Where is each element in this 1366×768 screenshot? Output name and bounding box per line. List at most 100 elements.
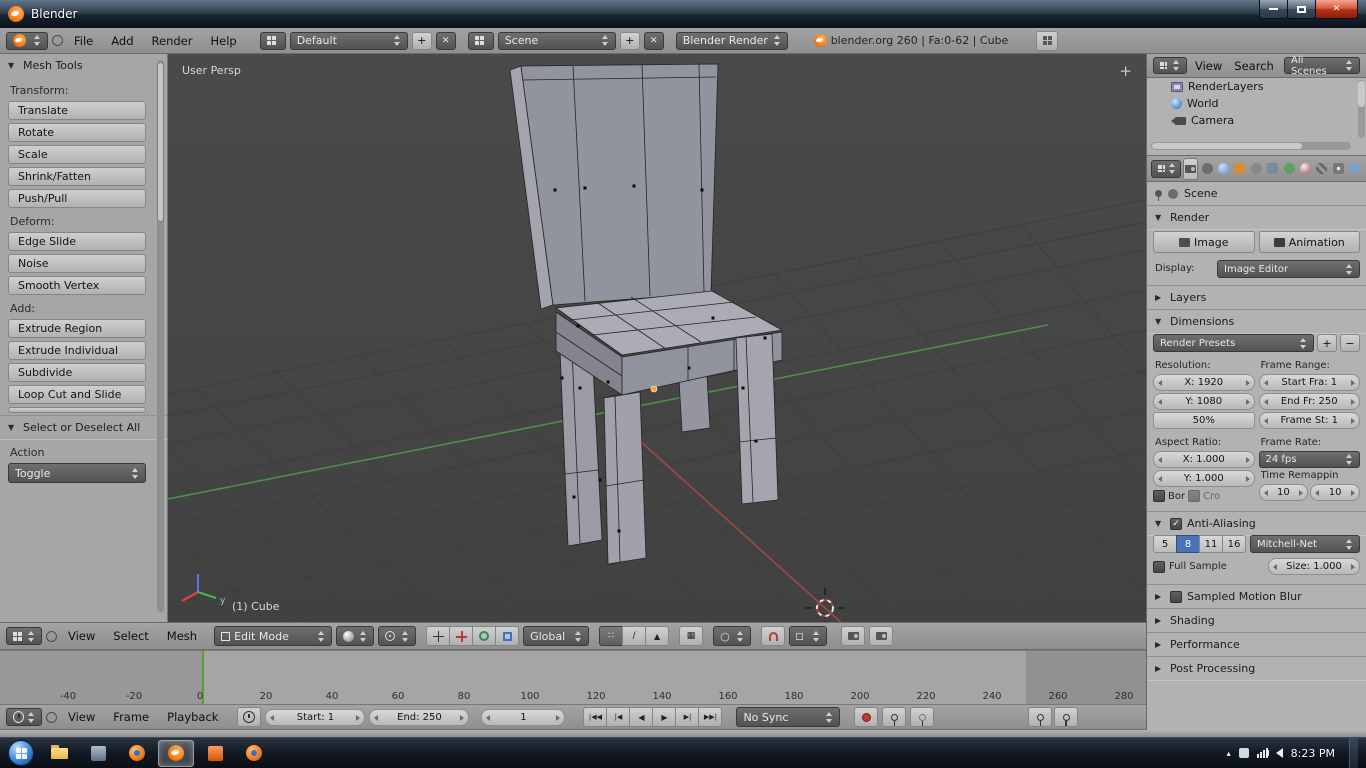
motion-blur-panel-header[interactable]: ▶ Sampled Motion Blur	[1147, 584, 1366, 608]
edge-select-button[interactable]: ∕	[622, 626, 647, 646]
push-pull-button[interactable]: Push/Pull	[8, 189, 146, 208]
keying-add-button[interactable]	[1028, 707, 1052, 727]
taskbar-item-app2[interactable]	[197, 740, 233, 767]
viewport-3d[interactable]: y User Persp (1) Cube +	[168, 54, 1146, 622]
tab-object-data[interactable]	[1282, 158, 1296, 180]
menu-render[interactable]: Render	[145, 34, 200, 48]
chair-mesh[interactable]	[509, 63, 784, 565]
menu-frame[interactable]: Frame	[106, 710, 156, 724]
start-button[interactable]	[8, 740, 34, 766]
volume-icon[interactable]	[1265, 748, 1283, 758]
add-layout-button[interactable]: +	[411, 31, 432, 50]
outliner-vscrollbar[interactable]	[1358, 80, 1365, 138]
remap-old-field[interactable]: 10	[1258, 484, 1309, 501]
resolution-x-field[interactable]: X: 1920	[1153, 374, 1255, 391]
menu-add[interactable]: Add	[104, 34, 140, 48]
vertex-select-button[interactable]: ∷	[599, 626, 624, 646]
menu-view[interactable]: View	[1191, 59, 1226, 73]
rotate-button[interactable]: Rotate	[8, 123, 146, 142]
tab-object[interactable]	[1233, 158, 1247, 180]
frame-end-field[interactable]: End Fr: 250	[1258, 393, 1360, 410]
taskbar-item-firefox[interactable]	[119, 740, 155, 767]
opengl-render-animation-button[interactable]	[869, 626, 894, 646]
delete-scene-button[interactable]: ✕	[643, 31, 664, 50]
start-frame-field[interactable]: Start: 1	[265, 708, 366, 726]
render-panel-header[interactable]: ▼ Render	[1147, 205, 1366, 229]
region-expand-icon[interactable]: +	[1119, 62, 1132, 80]
motion-blur-checkbox[interactable]	[1170, 590, 1182, 603]
limit-to-visible-button[interactable]: ▦	[679, 626, 704, 646]
tab-physics[interactable]	[1348, 158, 1362, 180]
scene-field[interactable]: Scene	[497, 31, 616, 50]
antialiasing-checkbox[interactable]: ✓	[1170, 517, 1182, 530]
remove-preset-button[interactable]: −	[1340, 334, 1360, 352]
taskbar-item-app[interactable]	[80, 740, 116, 767]
performance-panel-header[interactable]: ▶ Performance	[1147, 632, 1366, 656]
face-select-button[interactable]: ▲	[645, 626, 670, 646]
remap-new-field[interactable]: 10	[1310, 484, 1360, 501]
outliner-item-camera[interactable]: Camera	[1147, 112, 1366, 129]
current-frame-field[interactable]: 1	[481, 708, 566, 726]
window-layout-icon[interactable]	[1036, 30, 1059, 51]
menu-mesh[interactable]: Mesh	[160, 629, 204, 643]
aa-sample-11-button[interactable]: 11	[1199, 535, 1223, 553]
viewport-shading-dropdown[interactable]	[336, 626, 375, 646]
scrollbar-thumb[interactable]	[1152, 143, 1302, 149]
translate-manipulator-button[interactable]	[449, 626, 474, 646]
timeline-ruler[interactable]: -40 -20 0 20 40 60 80 100 120 140 160 18…	[0, 650, 1146, 704]
taskbar-item-blender[interactable]	[158, 739, 194, 767]
select-deselect-panel-header[interactable]: ▼ Select or Deselect All	[0, 415, 167, 439]
menu-select[interactable]: Select	[106, 629, 155, 643]
tab-modifiers[interactable]	[1266, 158, 1280, 180]
editor-type-button[interactable]	[1153, 57, 1187, 74]
pivot-point-dropdown[interactable]	[378, 626, 417, 646]
antialiasing-panel-header[interactable]: ▼ ✓ Anti-Aliasing	[1147, 511, 1366, 535]
render-animation-button[interactable]: Animation	[1258, 231, 1360, 253]
insert-keyframe-button[interactable]	[910, 707, 935, 727]
jump-to-start-button[interactable]: |◀◀	[583, 707, 608, 727]
dimensions-panel-header[interactable]: ▼ Dimensions	[1147, 309, 1366, 333]
auto-keyframe-button[interactable]	[854, 707, 879, 727]
frame-step-field[interactable]: Frame St: 1	[1258, 412, 1360, 429]
editor-type-button[interactable]	[1151, 159, 1181, 178]
editor-type-button[interactable]	[6, 31, 48, 50]
display-dropdown[interactable]: Image Editor	[1217, 260, 1360, 278]
add-preset-button[interactable]: +	[1317, 334, 1337, 352]
tab-scene[interactable]	[1200, 158, 1214, 180]
render-presets-dropdown[interactable]: Render Presets	[1153, 334, 1314, 352]
edge-slide-button[interactable]: Edge Slide	[8, 232, 146, 251]
play-reverse-button[interactable]: ◀	[629, 707, 654, 727]
screen-layout-browse-button[interactable]	[259, 31, 286, 50]
aa-sample-8-button[interactable]: 8	[1176, 535, 1200, 553]
editor-type-button[interactable]	[6, 627, 42, 645]
action-dropdown[interactable]: Toggle	[8, 463, 146, 483]
full-sample-checkbox[interactable]	[1153, 560, 1165, 573]
pin-icon[interactable]	[1155, 190, 1162, 201]
editor-type-button[interactable]	[6, 708, 42, 726]
aa-size-field[interactable]: Size: 1.000	[1268, 558, 1360, 575]
tab-render[interactable]	[1183, 157, 1198, 180]
render-engine-dropdown[interactable]: Blender Render	[675, 31, 788, 50]
smooth-vertex-button[interactable]: Smooth Vertex	[8, 276, 146, 295]
snap-toggle-button[interactable]	[761, 626, 786, 646]
header-collapse-icon[interactable]	[46, 630, 57, 642]
tab-material[interactable]	[1298, 158, 1312, 180]
scrollbar-thumb[interactable]	[1358, 81, 1365, 107]
shrink-fatten-button[interactable]: Shrink/Fatten	[8, 167, 146, 186]
delete-layout-button[interactable]: ✕	[435, 31, 456, 50]
rotate-manipulator-button[interactable]	[472, 626, 497, 646]
partially-visible-button[interactable]	[8, 407, 146, 413]
display-scope-dropdown[interactable]: All Scenes	[1284, 55, 1360, 77]
tab-particles[interactable]	[1331, 158, 1345, 180]
tab-texture[interactable]	[1315, 158, 1329, 180]
scene-browse-button[interactable]	[467, 31, 494, 50]
aspect-x-field[interactable]: X: 1.000	[1153, 451, 1255, 468]
aspect-y-field[interactable]: Y: 1.000	[1153, 470, 1255, 487]
header-collapse-icon[interactable]	[52, 35, 63, 46]
scrollbar-thumb[interactable]	[157, 62, 164, 222]
add-scene-button[interactable]: +	[619, 31, 640, 50]
tray-app-icon[interactable]	[1238, 748, 1249, 758]
transform-orientation-dropdown[interactable]: Global	[523, 626, 590, 646]
minimize-button[interactable]	[1259, 0, 1288, 19]
render-image-button[interactable]: Image	[1153, 231, 1255, 253]
